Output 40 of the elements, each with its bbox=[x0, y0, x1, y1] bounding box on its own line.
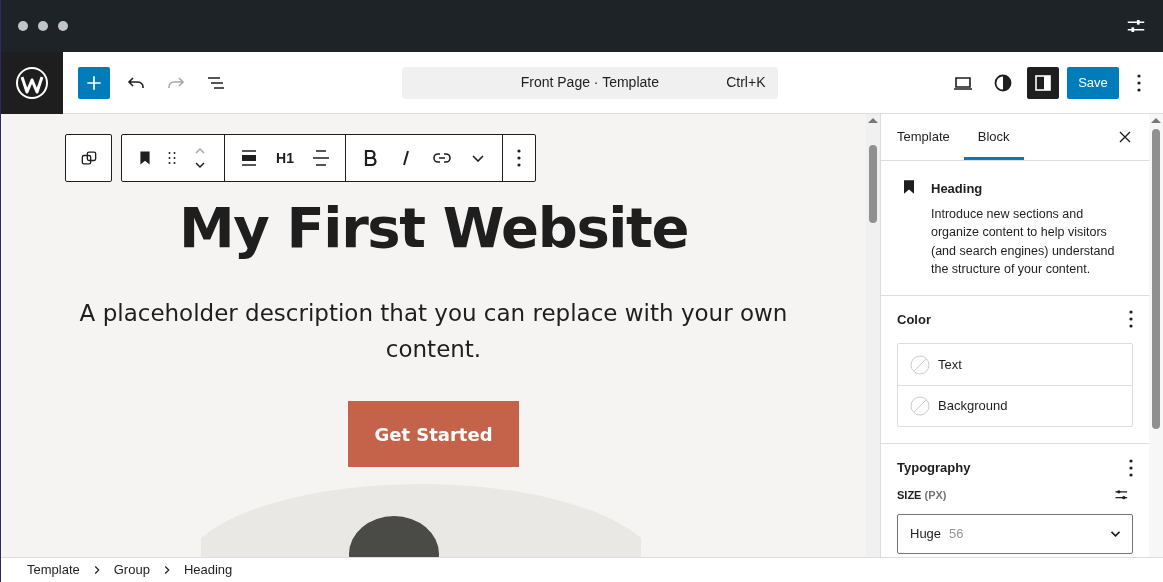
color-option[interactable]: Text bbox=[898, 344, 1132, 385]
block-description: Introduce new sections and organize content to help visitors (and search engines) understand the structure of your content. bbox=[931, 205, 1116, 278]
italic-icon bbox=[403, 150, 409, 166]
heading-level-button[interactable]: H1 bbox=[273, 147, 297, 169]
get-started-button[interactable]: Get Started bbox=[348, 401, 519, 468]
size-value: Huge bbox=[910, 524, 942, 543]
page-description: A placeholder description that you can replace with your own content. bbox=[78, 299, 789, 365]
size-select[interactable]: Huge 56 bbox=[897, 513, 1133, 554]
breadcrumb-link[interactable]: Heading bbox=[183, 560, 233, 580]
size-label: SIZE bbox=[897, 489, 922, 502]
sidebar-toggle-button[interactable] bbox=[1027, 66, 1059, 99]
more-icon bbox=[517, 149, 521, 167]
canvas-scrollbar[interactable] bbox=[866, 114, 880, 557]
size-hint: 56 bbox=[949, 524, 964, 543]
sidebar-tab[interactable]: Block bbox=[963, 114, 1024, 160]
panel-title: Color bbox=[897, 310, 931, 329]
breadcrumb-link[interactable]: Template bbox=[27, 560, 80, 580]
panel-title: Typography bbox=[897, 459, 971, 477]
more-icon bbox=[1129, 458, 1133, 477]
page-heading: My First Website bbox=[178, 194, 689, 262]
chevron-down-icon bbox=[1111, 530, 1120, 537]
breadcrumb-link[interactable]: Group bbox=[113, 560, 150, 580]
command-bar-title: Front Page · Template bbox=[519, 73, 660, 92]
sidebar-scrollbar[interactable] bbox=[1149, 114, 1163, 557]
empty-swatch-icon bbox=[910, 354, 930, 375]
command-bar[interactable]: Front Page · Template Ctrl+K bbox=[401, 66, 778, 99]
more-icon bbox=[1137, 73, 1141, 92]
logo-icon bbox=[15, 65, 49, 100]
chevron-down-icon bbox=[472, 154, 484, 162]
save-button[interactable]: Save bbox=[1067, 66, 1119, 99]
add-block-button[interactable] bbox=[78, 66, 110, 99]
shortcut-label: Ctrl+K bbox=[726, 73, 766, 92]
window-dots-icon bbox=[17, 20, 69, 32]
logo-button[interactable] bbox=[1, 51, 63, 114]
color-option[interactable]: Background bbox=[898, 385, 1132, 426]
more-icon bbox=[1129, 310, 1133, 329]
sidebar-tab[interactable]: Template bbox=[883, 114, 964, 160]
size-unit: (PX) bbox=[924, 489, 947, 502]
empty-swatch-icon bbox=[910, 396, 930, 416]
block-title: Heading bbox=[931, 180, 984, 198]
